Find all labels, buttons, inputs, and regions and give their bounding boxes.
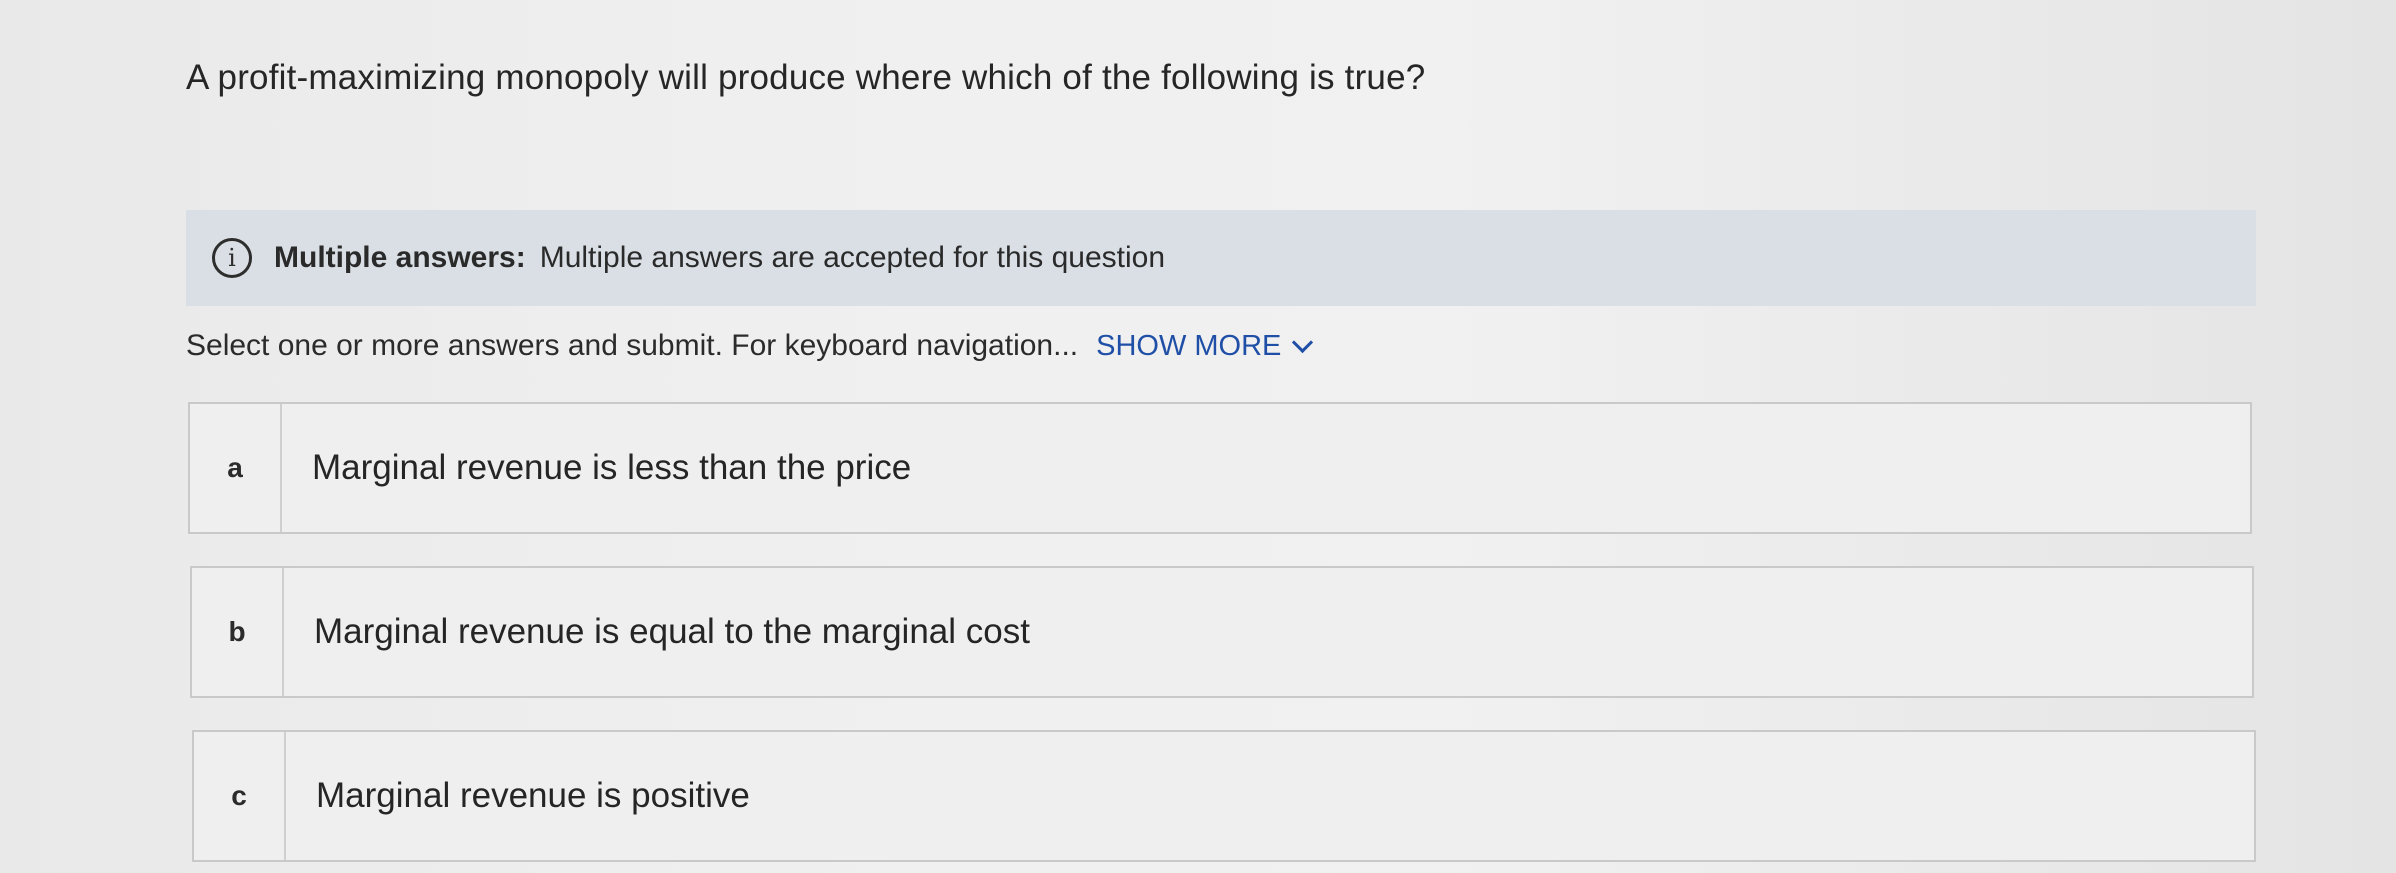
option-text: Marginal revenue is equal to the margina… (314, 612, 1030, 651)
answer-option-a[interactable]: a Marginal revenue is less than the pric… (188, 402, 2252, 534)
answer-option-c[interactable]: c Marginal revenue is positive (192, 730, 2256, 862)
answer-option-b[interactable]: b Marginal revenue is equal to the margi… (190, 566, 2254, 698)
info-icon: i (212, 238, 252, 278)
info-banner: i Multiple answers: Multiple answers are… (186, 210, 2256, 306)
instructions-text: Select one or more answers and submit. F… (186, 329, 1079, 362)
instructions: Select one or more answers and submit. F… (186, 329, 1314, 363)
question-text: A profit-maximizing monopoly will produc… (186, 58, 1426, 97)
option-text: Marginal revenue is positive (316, 776, 750, 815)
info-banner-text: Multiple answers are accepted for this q… (539, 241, 1166, 274)
option-text: Marginal revenue is less than the price (312, 448, 912, 487)
show-more-button[interactable]: SHOW MORE (1096, 329, 1314, 363)
info-banner-label: Multiple answers: (274, 241, 526, 274)
option-letter: c (194, 732, 286, 860)
option-letter: a (190, 404, 282, 532)
chevron-down-icon (1292, 331, 1314, 353)
show-more-label: SHOW MORE (1096, 329, 1282, 362)
option-letter: b (192, 568, 284, 696)
question-page: A profit-maximizing monopoly will produc… (0, 0, 2396, 873)
